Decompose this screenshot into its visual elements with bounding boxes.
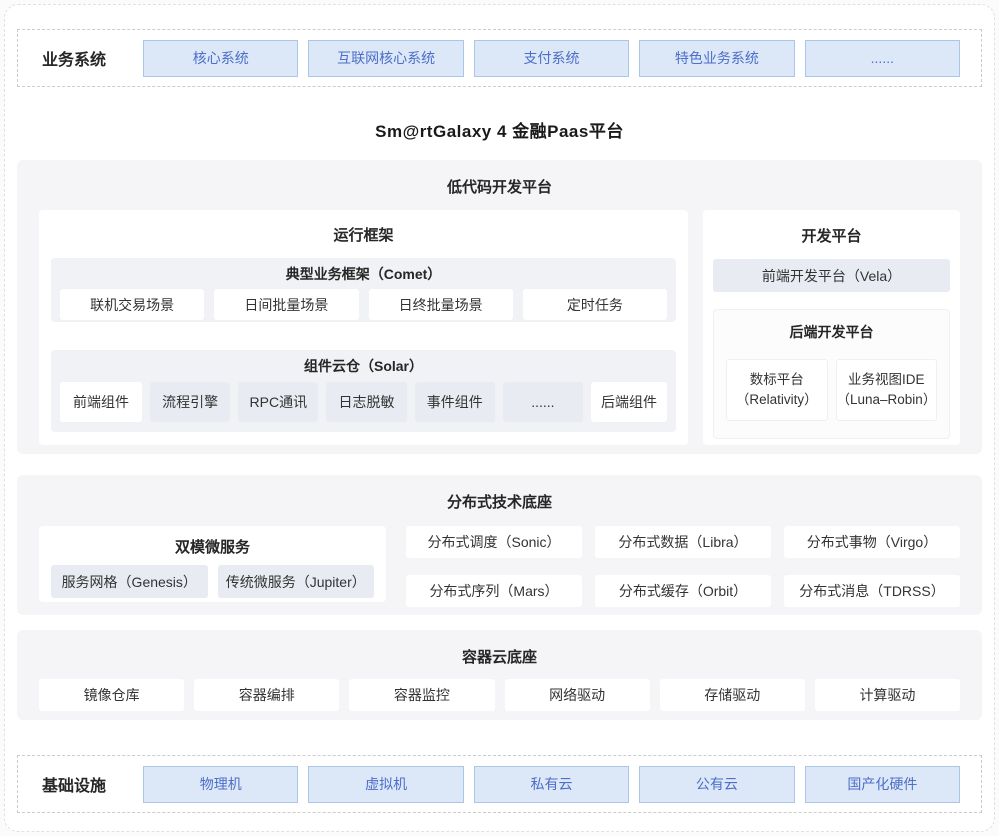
relativity-name: 数标平台	[750, 370, 804, 390]
private-cloud: 私有云	[474, 766, 629, 803]
comet-framework-box: 典型业务框架（Comet） 联机交易场景 日间批量场景 日终批量场景 定时任务	[51, 258, 676, 322]
mars-distributed-sequence: 分布式序列（Mars）	[406, 575, 582, 607]
infrastructure-items: 物理机 虚拟机 私有云 公有云 国产化硬件	[143, 766, 960, 803]
business-system-internet-core: 互联网核心系统	[308, 40, 463, 77]
physical-machine: 物理机	[143, 766, 298, 803]
libra-distributed-data: 分布式数据（Libra）	[595, 526, 771, 558]
virgo-distributed-transaction: 分布式事物（Virgo）	[784, 526, 960, 558]
relativity-data-platform: 数标平台 （Relativity）	[726, 359, 828, 421]
dev-platform-title: 开发平台	[703, 210, 960, 246]
business-system-core: 核心系统	[143, 40, 298, 77]
lowcode-platform-title: 低代码开发平台	[17, 160, 982, 197]
domestic-hardware: 国产化硬件	[805, 766, 960, 803]
runtime-framework-card: 运行框架 典型业务框架（Comet） 联机交易场景 日间批量场景 日终批量场景 …	[39, 210, 688, 445]
dual-mode-microservice-title: 双模微服务	[39, 526, 386, 557]
genesis-service-mesh: 服务网格（Genesis）	[51, 565, 208, 598]
comet-items: 联机交易场景 日间批量场景 日终批量场景 定时任务	[60, 289, 667, 320]
business-system-payment: 支付系统	[474, 40, 629, 77]
sonic-distributed-scheduling: 分布式调度（Sonic）	[406, 526, 582, 558]
infrastructure-strip: 基础设施 物理机 虚拟机 私有云 公有云 国产化硬件	[17, 755, 982, 813]
luna-robin-name: 业务视图IDE	[848, 370, 925, 390]
distributed-base-panel: 分布式技术底座 双模微服务 服务网格（Genesis） 传统微服务（Jupite…	[17, 475, 982, 615]
solar-frontend-components: 前端组件	[60, 382, 142, 422]
distributed-base-title: 分布式技术底座	[17, 475, 982, 512]
business-systems-items: 核心系统 互联网核心系统 支付系统 特色业务系统 ......	[143, 40, 960, 77]
dual-mode-items: 服务网格（Genesis） 传统微服务（Jupiter）	[51, 565, 374, 598]
container-cloud-items: 镜像仓库 容器编排 容器监控 网络驱动 存储驱动 计算驱动	[39, 679, 960, 711]
business-systems-strip: 业务系统 核心系统 互联网核心系统 支付系统 特色业务系统 ......	[17, 29, 982, 87]
storage-driver: 存储驱动	[660, 679, 805, 711]
virtual-machine: 虚拟机	[308, 766, 463, 803]
solar-chip-rpc: RPC通讯	[238, 382, 318, 422]
lowcode-content: 运行框架 典型业务框架（Comet） 联机交易场景 日间批量场景 日终批量场景 …	[17, 197, 982, 445]
container-orchestration: 容器编排	[194, 679, 339, 711]
backend-dev-items: 数标平台 （Relativity） 业务视图IDE （Luna–Robin）	[726, 359, 937, 421]
comet-item-online-trade: 联机交易场景	[60, 289, 204, 320]
solar-chip-event: 事件组件	[415, 382, 495, 422]
solar-chip-log-masking: 日志脱敏	[326, 382, 406, 422]
public-cloud: 公有云	[639, 766, 794, 803]
solar-backend-components: 后端组件	[591, 382, 667, 422]
distributed-content: 双模微服务 服务网格（Genesis） 传统微服务（Jupiter） 分布式调度…	[17, 512, 982, 607]
luna-robin-business-view-ide: 业务视图IDE （Luna–Robin）	[836, 359, 938, 421]
platform-title: Sm@rtGalaxy 4 金融Paas平台	[5, 117, 994, 139]
solar-chip-process-engine: 流程引擎	[150, 382, 230, 422]
luna-robin-code: （Luna–Robin）	[837, 390, 937, 410]
tdrss-distributed-message: 分布式消息（TDRSS）	[784, 575, 960, 607]
dev-platform-card: 开发平台 前端开发平台（Vela） 后端开发平台 数标平台 （Relativit…	[703, 210, 960, 445]
comet-item-daytime-batch: 日间批量场景	[214, 289, 358, 320]
vela-frontend-dev-platform: 前端开发平台（Vela）	[713, 259, 950, 292]
infrastructure-label: 基础设施	[42, 772, 143, 796]
dual-mode-microservice-card: 双模微服务 服务网格（Genesis） 传统微服务（Jupiter）	[39, 526, 386, 602]
container-monitoring: 容器监控	[349, 679, 494, 711]
compute-driver: 计算驱动	[815, 679, 960, 711]
container-cloud-panel: 容器云底座 镜像仓库 容器编排 容器监控 网络驱动 存储驱动 计算驱动	[17, 630, 982, 720]
comet-framework-title: 典型业务框架（Comet）	[51, 258, 676, 283]
orbit-distributed-cache: 分布式缓存（Orbit）	[595, 575, 771, 607]
container-cloud-title: 容器云底座	[17, 630, 982, 667]
business-system-more: ......	[805, 40, 960, 77]
lowcode-platform-panel: 低代码开发平台 运行框架 典型业务框架（Comet） 联机交易场景 日间批量场景…	[17, 160, 982, 454]
architecture-diagram: 业务系统 核心系统 互联网核心系统 支付系统 特色业务系统 ...... Sm@…	[4, 4, 995, 832]
comet-item-endofday-batch: 日终批量场景	[369, 289, 513, 320]
backend-dev-platform-box: 后端开发平台 数标平台 （Relativity） 业务视图IDE （Luna–R…	[713, 309, 950, 439]
distributed-services-grid: 分布式调度（Sonic） 分布式数据（Libra） 分布式事物（Virgo） 分…	[406, 526, 960, 607]
runtime-framework-title: 运行框架	[39, 210, 688, 245]
business-systems-label: 业务系统	[42, 46, 143, 70]
backend-dev-platform-title: 后端开发平台	[714, 310, 949, 341]
relativity-code: （Relativity）	[736, 390, 818, 410]
solar-chip-more: ......	[503, 382, 583, 422]
comet-item-scheduled-task: 定时任务	[523, 289, 667, 320]
jupiter-traditional-microservice: 传统微服务（Jupiter）	[218, 565, 375, 598]
solar-component-box: 组件云仓（Solar） 前端组件 流程引擎 RPC通讯 日志脱敏 事件组件 ..…	[51, 350, 676, 432]
business-system-special: 特色业务系统	[639, 40, 794, 77]
image-registry: 镜像仓库	[39, 679, 184, 711]
solar-component-title: 组件云仓（Solar）	[51, 350, 676, 375]
network-driver: 网络驱动	[505, 679, 650, 711]
solar-items: 前端组件 流程引擎 RPC通讯 日志脱敏 事件组件 ...... 后端组件	[60, 382, 667, 422]
